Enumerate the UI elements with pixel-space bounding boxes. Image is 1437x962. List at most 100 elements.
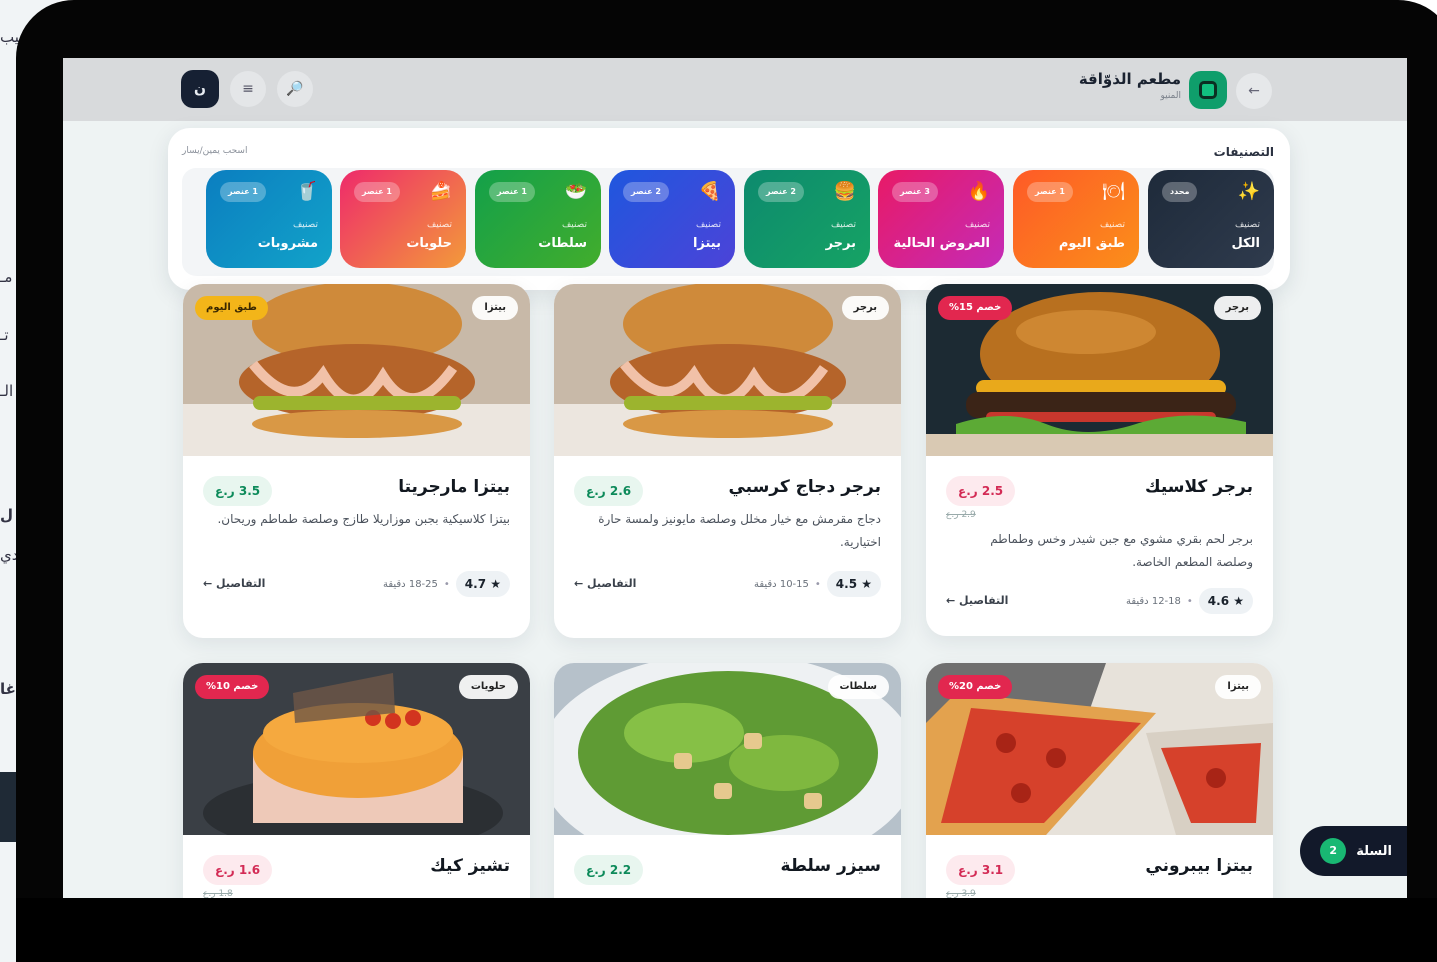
- category-chip-burger[interactable]: 🍔 2 عنصر تصنيف برجر: [744, 170, 870, 268]
- category-name: سلطات: [538, 236, 587, 251]
- category-tag: حلويات: [458, 675, 518, 699]
- rating: ★ 4.7: [455, 571, 510, 597]
- product-name: بيتزا بيبروني: [1145, 856, 1253, 876]
- category-sublabel: تصنيف: [292, 220, 318, 230]
- category-chip-pizza[interactable]: 🍕 2 عنصر تصنيف بيتزا: [609, 170, 735, 268]
- details-link[interactable]: التفاصيل ←: [574, 577, 636, 590]
- old-price: 3.9 ر.ع: [946, 889, 976, 898]
- category-sublabel: تصنيف: [426, 220, 452, 230]
- category-chip-drinks[interactable]: 🥤 1 عنصر تصنيف مشروبات: [206, 170, 332, 268]
- category-chip-dish-of-day[interactable]: 🍽 1 عنصر تصنيف طبق اليوم: [1013, 170, 1139, 268]
- category-tag: سلطات: [827, 675, 889, 699]
- search-icon: 🔎: [286, 81, 304, 97]
- brand: مطعم الذوّاقة المنيو: [1079, 70, 1181, 101]
- peek-text: ل: [0, 506, 14, 524]
- product-name: بيتزا مارجريتا: [398, 477, 510, 497]
- product-price: 2.6 ر.ع: [574, 476, 644, 506]
- product-card-caesar-salad[interactable]: سلطات سيزر سلطة 2.2 ر.ع: [554, 663, 901, 898]
- product-description: دجاج مقرمش مع خيار مخلل وصلصة مايونيز ول…: [598, 512, 881, 549]
- product-card-classic-burger[interactable]: برجر خصم 15% برجر كلاسيك 2.5 ر.ع 2.9 ر.ع…: [926, 284, 1273, 636]
- category-chip-desserts[interactable]: 🍰 1 عنصر تصنيف حلويات: [340, 170, 466, 268]
- drink-icon: 🥤: [295, 181, 318, 202]
- category-name: برجر: [825, 236, 856, 251]
- category-name: الكل: [1231, 236, 1260, 251]
- category-count: 2 عنصر: [758, 182, 804, 202]
- category-chip-salads[interactable]: 🥗 1 عنصر تصنيف سلطات: [475, 170, 601, 268]
- category-chip-all[interactable]: ✨ محدد تصنيف الكل: [1148, 170, 1274, 268]
- menu-button[interactable]: ≡: [230, 71, 266, 107]
- category-sublabel: تصنيف: [561, 220, 587, 230]
- cart-label: السلة: [1356, 843, 1392, 859]
- restaurant-name: مطعم الذوّاقة: [1078, 70, 1181, 88]
- product-price: 2.5 ر.ع: [946, 476, 1016, 506]
- separator-dot: •: [814, 578, 821, 590]
- burger-icon: 🍔: [833, 181, 856, 202]
- prep-time: 10-15 دقيقة: [753, 578, 809, 590]
- category-name: طبق اليوم: [1058, 236, 1125, 251]
- cake-icon: 🍰: [429, 181, 452, 202]
- categories-panel: التصنيفات اسحب يمين/يسار ✨ محدد تصنيف ال…: [168, 128, 1290, 290]
- details-link[interactable]: التفاصيل ←: [946, 594, 1008, 607]
- arrow-left-icon: ←: [1248, 83, 1260, 99]
- discount-badge: خصم 10%: [195, 675, 270, 699]
- category-sublabel: تصنيف: [695, 220, 721, 230]
- categories-scroller[interactable]: ✨ محدد تصنيف الكل 🍽 1 عنصر تصنيف طبق الي…: [182, 168, 1274, 276]
- separator-dot: •: [1186, 595, 1193, 607]
- product-card-crispy-chicken[interactable]: برجر برجر دجاج كرسبي 2.6 ر.ع دجاج مقرمش …: [554, 284, 901, 638]
- app-screen: ← مطعم الذوّاقة المنيو 🔎 ≡ ن التصنيفات ا…: [63, 58, 1407, 898]
- page-subtitle: المنيو: [1160, 91, 1181, 101]
- category-count: 1 عنصر: [1027, 182, 1073, 202]
- product-meta: ★ 4.6 • 12-18 دقيقة: [1126, 588, 1253, 614]
- product-card-cheesecake[interactable]: حلويات خصم 10% تشيز كيك 1.6 ر.ع 1.8 ر.ع: [183, 663, 530, 898]
- category-sublabel: تصنيف: [830, 220, 856, 230]
- product-price: 1.6 ر.ع: [203, 855, 273, 885]
- rating: ★ 4.6: [1198, 588, 1253, 614]
- category-sublabel: تصنيف: [964, 220, 990, 230]
- details-link[interactable]: التفاصيل ←: [203, 577, 265, 590]
- category-count: 1 عنصر: [220, 182, 266, 202]
- product-meta: ★ 4.7 • 18-25 دقيقة: [383, 571, 510, 597]
- dish-of-day-badge: طبق اليوم: [195, 296, 268, 320]
- separator-dot: •: [443, 578, 450, 590]
- discount-badge: خصم 20%: [938, 675, 1013, 699]
- product-card-pepperoni[interactable]: بيتزا خصم 20% بيتزا بيبروني 3.1 ر.ع 3.9 …: [926, 663, 1273, 898]
- product-description: بيتزا كلاسيكية بجبن موزاريلا طازج وصلصة …: [217, 512, 510, 526]
- back-button[interactable]: ←: [1236, 73, 1272, 109]
- product-price: 3.1 ر.ع: [946, 855, 1016, 885]
- category-name: بيتزا: [692, 236, 721, 251]
- prep-time: 18-25 دقيقة: [382, 578, 438, 590]
- tablet-bezel-bottom: [16, 898, 1437, 962]
- category-name: حلويات: [406, 236, 452, 251]
- salad-icon: 🥗: [564, 181, 587, 202]
- category-count: 2 عنصر: [623, 182, 669, 202]
- categories-title: التصنيفات: [1213, 145, 1274, 159]
- category-name: العروض الحالية: [893, 236, 990, 251]
- rating: ★ 4.5: [826, 571, 881, 597]
- category-tag: بيتزا: [472, 296, 518, 320]
- peek-text: مـ: [0, 268, 13, 286]
- product-name: برجر كلاسيك: [1145, 477, 1253, 497]
- peek-text: تـ: [0, 326, 9, 344]
- product-name: برجر دجاج كرسبي: [728, 477, 881, 497]
- category-tag: برجر: [841, 296, 889, 320]
- old-price: 2.9 ر.ع: [946, 510, 976, 520]
- peek-text: الـ: [0, 382, 14, 400]
- prep-time: 12-18 دقيقة: [1125, 595, 1181, 607]
- category-count: محدد: [1162, 182, 1198, 202]
- cart-count-badge: 2: [1320, 838, 1347, 864]
- category-count: 1 عنصر: [489, 182, 535, 202]
- cart-button[interactable]: السلة 2: [1300, 826, 1407, 876]
- product-price: 3.5 ر.ع: [203, 476, 273, 506]
- product-card-margherita[interactable]: بيتزا طبق اليوم بيتزا مارجريتا 3.5 ر.ع ب…: [183, 284, 530, 638]
- category-name: مشروبات: [257, 236, 318, 251]
- category-tag: بيتزا: [1215, 675, 1261, 699]
- category-chip-offers[interactable]: 🔥 3 عنصر تصنيف العروض الحالية: [878, 170, 1004, 268]
- swipe-hint: اسحب يمين/يسار: [182, 146, 248, 156]
- search-button[interactable]: 🔎: [277, 71, 313, 107]
- category-count: 3 عنصر: [892, 182, 938, 202]
- peek-text: غا: [0, 680, 16, 698]
- discount-badge: خصم 15%: [938, 296, 1013, 320]
- user-avatar-button[interactable]: ن: [181, 70, 219, 108]
- plate-icon: [1199, 81, 1217, 99]
- category-sublabel: تصنيف: [1234, 220, 1260, 230]
